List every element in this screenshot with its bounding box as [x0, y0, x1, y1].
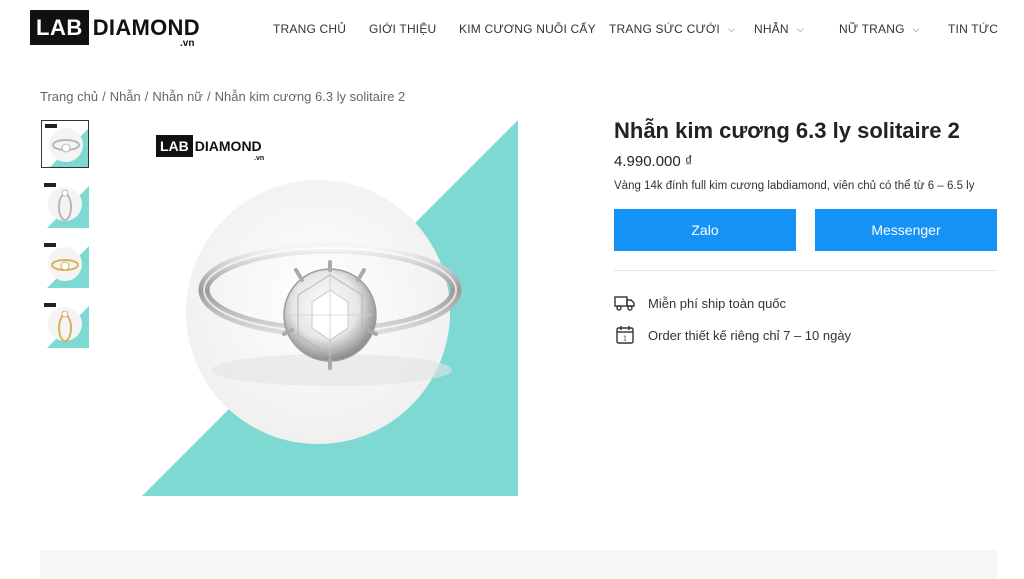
- nav-item-gioi-thieu[interactable]: GIỚI THIỆU: [369, 20, 436, 38]
- watermark-text: DIAMOND: [194, 138, 262, 154]
- nav-item-trang-chu[interactable]: TRANG CHỦ: [273, 20, 346, 38]
- nav-item-label: TRANG SỨC CƯỚI: [609, 22, 720, 36]
- divider: [614, 270, 997, 271]
- nav-item-label: NỮ TRANG: [839, 22, 905, 36]
- ring-thumbnail-image: [42, 121, 88, 167]
- breadcrumb-link-nhan-nu[interactable]: Nhẫn nữ: [152, 89, 203, 104]
- feature-text: Order thiết kế riêng chỉ 7 – 10 ngày: [648, 327, 852, 343]
- breadcrumb-current: Nhẫn kim cương 6.3 ly solitaire 2: [214, 89, 406, 104]
- ring-thumbnail-image: [41, 180, 89, 228]
- main-product-image[interactable]: LAB DIAMOND .vn: [142, 120, 518, 496]
- chevron-down-icon: ⌵: [912, 24, 920, 34]
- gallery-thumbnail[interactable]: [41, 120, 89, 168]
- product-title: Nhẫn kim cương 6.3 ly solitaire 2: [614, 118, 960, 143]
- breadcrumb-separator: /: [207, 89, 211, 104]
- nav-item-label: TIN TỨC: [948, 22, 999, 36]
- breadcrumb-separator: /: [102, 89, 106, 104]
- chevron-down-icon: ⌵: [727, 24, 735, 34]
- product-description: Vàng 14k đính full kim cương labdiamond,…: [614, 180, 975, 192]
- gallery-thumbnail[interactable]: [41, 300, 89, 348]
- svg-text:1: 1: [623, 336, 627, 343]
- watermark-suffix: .vn: [254, 155, 265, 162]
- main-nav: TRANG CHỦ GIỚI THIỆU KIM CƯƠNG NUÔI CẤY …: [0, 20, 1024, 40]
- product-price: 4.990.000 ₫: [614, 153, 693, 170]
- nav-item-nhan[interactable]: NHẪN ⌵: [754, 20, 804, 38]
- watermark-boxed-text: LAB: [156, 135, 193, 157]
- gallery-thumbnail[interactable]: [41, 240, 89, 288]
- site-header: LAB DIAMOND .vn TRANG CHỦ GIỚI THIỆU KIM…: [0, 0, 1024, 60]
- breadcrumb-separator: /: [144, 89, 149, 104]
- feature-free-shipping: Miễn phí ship toàn quốc: [614, 292, 786, 314]
- chevron-down-icon: ⌵: [796, 24, 804, 34]
- image-watermark-logo: LAB DIAMOND .vn: [156, 135, 264, 162]
- zalo-button[interactable]: Zalo: [614, 209, 796, 251]
- gallery-thumbnail[interactable]: [41, 180, 89, 228]
- nav-item-label: TRANG CHỦ: [273, 22, 347, 36]
- ring-thumbnail-image: [41, 300, 89, 348]
- ring-illustration: [142, 120, 518, 496]
- feature-text: Miễn phí ship toàn quốc: [648, 295, 787, 311]
- calendar-icon: 1: [614, 325, 636, 345]
- messenger-button[interactable]: Messenger: [815, 209, 997, 251]
- nav-item-nu-trang[interactable]: NỮ TRANG ⌵: [839, 20, 920, 38]
- ring-thumbnail-image: [41, 240, 89, 288]
- nav-item-tin-tuc[interactable]: TIN TỨC: [948, 20, 998, 38]
- feature-custom-order: 1 Order thiết kế riêng chỉ 7 – 10 ngày: [614, 324, 851, 346]
- nav-item-kim-cuong-nuoi-cay[interactable]: KIM CƯƠNG NUÔI CẤY: [459, 20, 596, 38]
- breadcrumb-link-nhan[interactable]: Nhẫn: [110, 89, 141, 104]
- nav-item-trang-suc-cuoi[interactable]: TRANG SỨC CƯỚI ⌵: [609, 20, 735, 38]
- truck-icon: [614, 293, 636, 313]
- breadcrumb: Trang chủ / Nhẫn / Nhẫn nữ / Nhẫn kim cương 6.…: [40, 89, 405, 104]
- nav-item-label: GIỚI THIỆU: [369, 22, 437, 36]
- related-section-band: [40, 550, 997, 579]
- nav-item-label: NHẪN: [754, 22, 789, 36]
- breadcrumb-link-home[interactable]: Trang chủ: [40, 89, 98, 104]
- nav-item-label: KIM CƯƠNG NUÔI CẤY: [459, 22, 596, 36]
